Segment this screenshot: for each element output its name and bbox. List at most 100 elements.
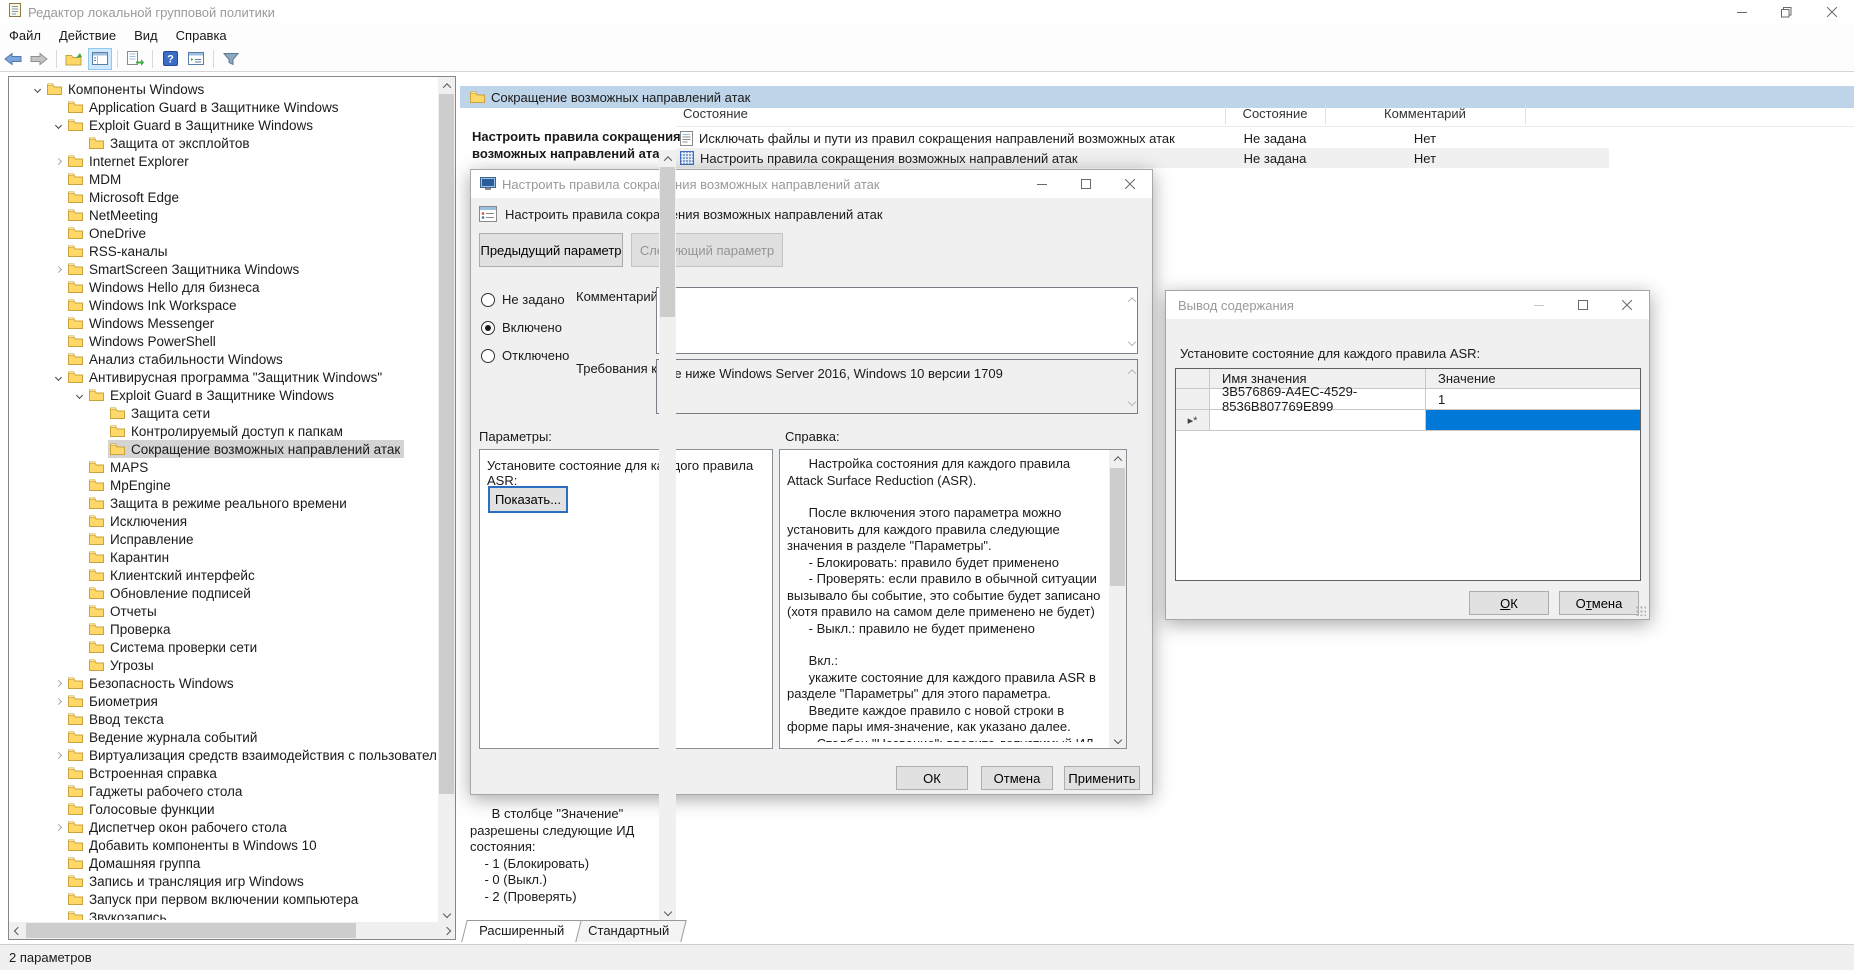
expand-icon[interactable] [50,823,66,831]
tree-horizontal-scrollbar[interactable] [9,922,455,939]
tree-item[interactable]: Internet Explorer [9,152,437,170]
scroll-up-icon[interactable] [1127,291,1137,306]
tree-item[interactable]: Виртуализация средств взаимодействия с п… [9,746,437,764]
expand-icon[interactable] [50,157,66,165]
column-state[interactable]: Состояние [1225,106,1325,126]
tree-item[interactable]: MAPS [9,458,437,476]
tree-item[interactable]: Exploit Guard в Защитнике Windows [9,116,437,134]
setting-row[interactable]: Настроить правила сокращения возможных н… [676,148,1609,168]
tree-item[interactable]: Диспетчер окон рабочего стола [9,818,437,836]
minimize-button[interactable] [1020,170,1064,198]
value-name-cell[interactable]: 3B576869-A4EC-4529-8536B807769E899 [1210,384,1426,414]
tree-item[interactable]: Антивирусная программа "Защитник Windows… [9,368,437,386]
tree-vertical-scrollbar[interactable] [438,77,455,922]
tree-item[interactable]: Запуск при первом включении компьютера [9,890,437,908]
show-console-tree-icon[interactable] [88,47,112,70]
value-cell[interactable]: 1 [1426,389,1640,410]
filter-icon[interactable] [219,48,243,70]
collapse-icon[interactable] [29,85,45,93]
tree-hscroll-thumb[interactable] [26,923,356,938]
radio-icon[interactable] [481,348,495,363]
tree-item[interactable]: Защита от эксплойтов [9,134,437,152]
tree-item[interactable]: Анализ стабильности Windows [9,350,437,368]
collapse-icon[interactable] [50,373,66,381]
minimize-button[interactable] [1719,0,1764,24]
radio-icon[interactable] [481,320,495,335]
collapse-icon[interactable] [50,121,66,129]
tree-item[interactable]: Контролируемый доступ к папкам [9,422,437,440]
tree-item[interactable]: RSS-каналы [9,242,437,260]
tree-item[interactable]: Исключения [9,512,437,530]
close-button[interactable] [1605,291,1649,319]
scroll-down-icon[interactable] [1127,333,1137,348]
tree-item[interactable]: OneDrive [9,224,437,242]
menu-action[interactable]: Действие [50,25,125,46]
tree-item[interactable]: Защита сети [9,404,437,422]
table-row[interactable]: ▸* [1176,410,1640,431]
pane-vscroll-thumb[interactable] [660,167,675,317]
value-cell[interactable] [1426,410,1640,431]
pane-vertical-scrollbar[interactable] [659,150,676,920]
row-selector-cell[interactable] [1176,389,1210,410]
show-button[interactable]: Показать... [488,486,568,513]
scroll-up-icon[interactable] [438,77,455,94]
tree-item[interactable]: Исправление [9,530,437,548]
close-button[interactable] [1108,170,1152,198]
tree-item[interactable]: Встроенная справка [9,764,437,782]
expand-icon[interactable] [50,751,66,759]
tree-vscroll-thumb[interactable] [439,94,454,794]
radio-option-0[interactable]: Не задано [481,292,569,307]
column-comment[interactable]: Комментарий [1325,106,1525,126]
scroll-down-icon[interactable] [1109,731,1126,748]
tree-item[interactable]: Система проверки сети [9,638,437,656]
radio-option-1[interactable]: Включено [481,320,569,335]
radio-icon[interactable] [481,292,495,307]
next-setting-button[interactable]: Следующий параметр [631,233,783,267]
forward-icon[interactable] [27,48,51,70]
tree-item[interactable]: MDM [9,170,437,188]
expand-icon[interactable] [50,679,66,687]
tree-item[interactable]: Сокращение возможных направлений атак [9,440,437,458]
tree-item[interactable]: Windows Hello для бизнеса [9,278,437,296]
scroll-right-icon[interactable] [438,922,455,939]
tree-item[interactable]: Добавить компоненты в Windows 10 [9,836,437,854]
help-scrollbar[interactable] [1109,450,1126,748]
up-one-level-icon[interactable] [62,48,86,70]
row-selector-cell[interactable]: ▸* [1176,410,1210,431]
scroll-down-icon[interactable] [659,903,676,920]
tab-standard[interactable]: Стандартный [570,920,687,942]
expand-icon[interactable] [50,697,66,705]
back-icon[interactable] [1,48,25,70]
tab-extended[interactable]: Расширенный [461,920,582,942]
ok-button[interactable]: ОК [1469,591,1549,615]
tree-item[interactable]: Угрозы [9,656,437,674]
scroll-up-icon[interactable] [1109,450,1126,467]
tree-item[interactable]: Компоненты Windows [9,80,437,98]
tree-item[interactable]: Карантин [9,548,437,566]
tree-item[interactable]: Windows PowerShell [9,332,437,350]
tree-item[interactable]: Windows Ink Workspace [9,296,437,314]
tree-item[interactable]: Голосовые функции [9,800,437,818]
resize-grip[interactable] [1636,606,1646,616]
ok-button[interactable]: ОК [896,766,968,790]
menu-file[interactable]: Файл [0,25,50,46]
menu-help[interactable]: Справка [167,25,236,46]
tree-item[interactable]: Проверка [9,620,437,638]
cancel-button[interactable]: Отмена [981,766,1053,790]
collapse-icon[interactable] [71,391,87,399]
minimize-button[interactable] [1517,291,1561,319]
previous-setting-button[interactable]: Предыдущий параметр [479,233,623,267]
tree-item[interactable]: Microsoft Edge [9,188,437,206]
tree-item[interactable]: NetMeeting [9,206,437,224]
export-list-icon[interactable] [123,48,147,70]
close-button[interactable] [1809,0,1854,24]
scroll-down-icon[interactable] [438,905,455,922]
scroll-left-icon[interactable] [9,922,26,939]
column-value[interactable]: Значение [1426,369,1640,389]
tree-item[interactable]: Отчеты [9,602,437,620]
comment-textarea[interactable] [656,287,1138,354]
cancel-button[interactable]: Отмена [1559,591,1639,615]
restore-button[interactable] [1764,0,1809,24]
value-name-cell[interactable] [1210,410,1426,431]
show-properties-icon[interactable] [184,48,208,70]
